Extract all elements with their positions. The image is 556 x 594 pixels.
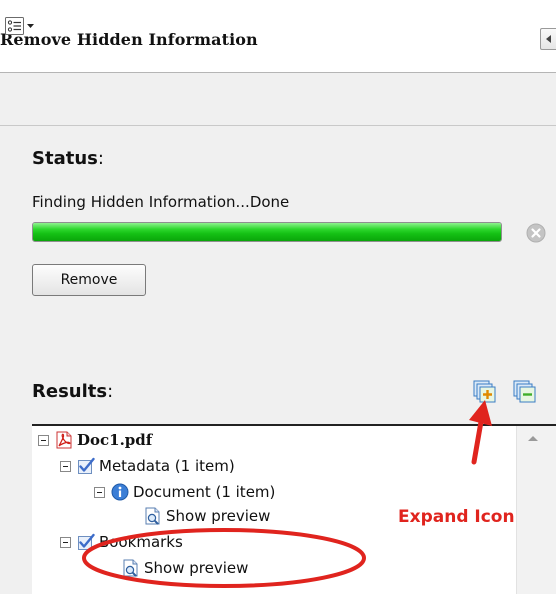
expand-all-icon[interactable] xyxy=(472,379,496,403)
vertical-scrollbar[interactable] xyxy=(516,426,556,594)
pdf-icon xyxy=(56,431,72,449)
triangle-left-icon xyxy=(546,35,551,43)
toolbar xyxy=(0,73,556,125)
info-icon xyxy=(111,483,129,501)
checkbox-checked-icon[interactable] xyxy=(77,533,95,551)
collapse-toggle-icon[interactable] xyxy=(60,460,71,472)
tree-item-document[interactable]: Document (1 item) xyxy=(94,480,275,504)
tree-item-show-preview[interactable]: Show preview xyxy=(122,556,248,580)
collapse-all-icon[interactable] xyxy=(512,379,536,403)
status-heading-label: Status xyxy=(32,148,98,169)
tree-item-label: Doc1.pdf xyxy=(77,431,153,449)
progress-fill xyxy=(33,223,501,241)
collapse-toggle-icon[interactable] xyxy=(60,536,71,548)
results-heading: Results: xyxy=(32,381,114,402)
tree-item-doc[interactable]: Doc1.pdf xyxy=(38,428,152,452)
collapse-toggle-icon[interactable] xyxy=(94,486,105,498)
preview-icon xyxy=(123,559,138,577)
status-message: Finding Hidden Information...Done xyxy=(32,193,290,211)
scroll-up-arrow-icon[interactable] xyxy=(527,434,539,442)
tree-item-label: Metadata (1 item) xyxy=(99,457,235,475)
tree-item-label[interactable]: Show preview xyxy=(144,559,248,577)
status-heading: Status: xyxy=(32,148,104,169)
collapse-toggle-icon[interactable] xyxy=(38,434,49,446)
tree-item-label: Bookmarks xyxy=(99,533,183,551)
remove-button[interactable]: Remove xyxy=(32,264,146,296)
tree-item-label[interactable]: Show preview xyxy=(166,507,270,525)
tree-item-bookmarks[interactable]: Bookmarks xyxy=(60,530,183,554)
results-heading-label: Results xyxy=(32,381,108,402)
collapse-panel-button[interactable] xyxy=(540,28,556,50)
tree-item-label: Document (1 item) xyxy=(133,483,276,501)
cancel-icon[interactable] xyxy=(526,223,546,243)
checkbox-checked-icon[interactable] xyxy=(77,457,95,475)
preview-icon xyxy=(145,507,160,525)
options-menu-button[interactable] xyxy=(4,16,40,36)
progress-bar xyxy=(32,222,502,242)
tree-item-metadata[interactable]: Metadata (1 item) xyxy=(60,454,235,478)
tree-item-show-preview[interactable]: Show preview xyxy=(144,504,270,528)
annotation-label: Expand Icon xyxy=(398,507,515,527)
list-options-icon xyxy=(5,17,34,35)
